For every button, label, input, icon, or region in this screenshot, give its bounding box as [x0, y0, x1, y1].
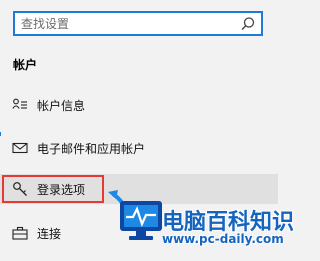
- mail-icon: [12, 142, 28, 154]
- nav-item-account-info[interactable]: 帐户信息: [0, 90, 278, 120]
- nav-item-label: 电子邮件和应用帐户: [37, 142, 146, 156]
- watermark: 电脑百科知识 www.pc-daily.com: [104, 186, 294, 261]
- briefcase-icon: [12, 226, 28, 240]
- watermark-url: www.pc-daily.com: [162, 232, 284, 246]
- nav-item-label: 连接: [37, 227, 62, 241]
- nav-item-label: 帐户信息: [37, 99, 86, 113]
- section-title: 帐户: [13, 58, 38, 72]
- highlight-box: [2, 175, 104, 203]
- search-input[interactable]: [21, 13, 231, 34]
- person-list-icon: [12, 98, 27, 109]
- monitor-logo-icon: [120, 201, 162, 240]
- search-box[interactable]: [13, 11, 263, 36]
- search-icon[interactable]: [239, 15, 257, 33]
- settings-panel: 帐户 帐户信息 电子邮件和应用帐户 登录选项: [0, 0, 294, 261]
- nav-item-email-accounts[interactable]: 电子邮件和应用帐户: [0, 133, 278, 163]
